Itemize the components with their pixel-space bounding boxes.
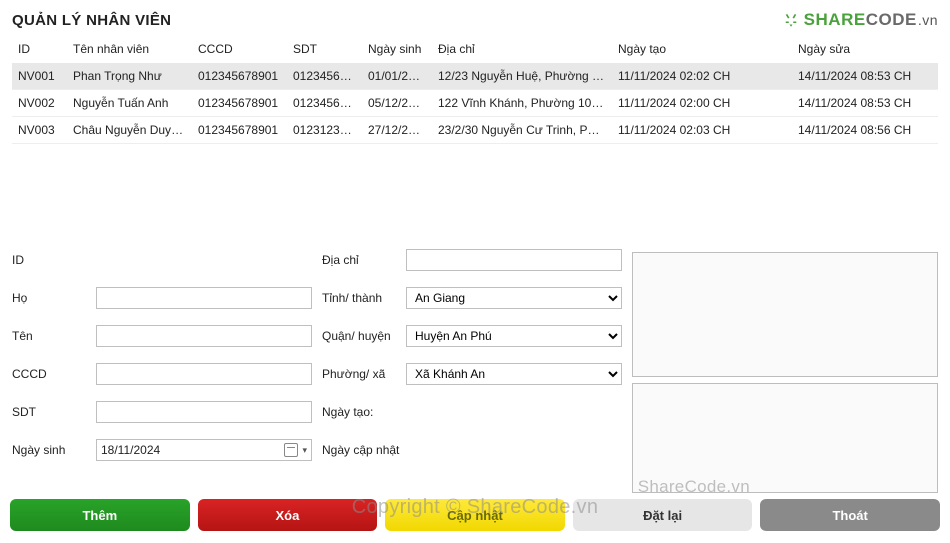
ten-input[interactable] <box>96 325 312 347</box>
cell-cccd: 012345678901 <box>192 63 287 90</box>
label-ten: Tên <box>12 329 96 343</box>
label-tinh: Tỉnh/ thành <box>322 291 406 305</box>
cell-name: Châu Nguyễn Duy Quân <box>67 117 192 144</box>
cell-sdt: 0123123123 <box>287 117 362 144</box>
cell-sdt: 0123456789 <box>287 63 362 90</box>
cccd-input[interactable] <box>96 363 312 385</box>
cell-name: Phan Trọng Như <box>67 63 192 90</box>
cell-cccd: 012345678901 <box>192 117 287 144</box>
label-ngaycapnhat: Ngày cập nhật <box>322 443 399 457</box>
logo: SHARECODE.vn <box>782 10 938 30</box>
cell-id: NV002 <box>12 90 67 117</box>
ngaysinh-datepicker[interactable]: 18/11/2024 ▾ <box>96 439 312 461</box>
quan-select[interactable]: Huyện An Phú <box>406 325 622 347</box>
them-button[interactable]: Thêm <box>10 499 190 531</box>
phuong-select[interactable]: Xã Khánh An <box>406 363 622 385</box>
table-row[interactable]: NV001Phan Trọng Như012345678901012345678… <box>12 63 938 90</box>
col-header-id[interactable]: ID <box>12 36 67 63</box>
col-header-cccd[interactable]: CCCD <box>192 36 287 63</box>
label-id: ID <box>12 253 96 267</box>
preview-panel-upper <box>632 252 938 377</box>
table-row[interactable]: NV002Nguyễn Tuấn Anh01234567890101234567… <box>12 90 938 117</box>
cell-id: NV003 <box>12 117 67 144</box>
cell-dob: 05/12/2002 <box>362 90 432 117</box>
col-header-sdt[interactable]: SDT <box>287 36 362 63</box>
cell-dob: 01/01/2002 <box>362 63 432 90</box>
cell-cccd: 012345678901 <box>192 90 287 117</box>
label-ngaysinh: Ngày sinh <box>12 443 96 457</box>
recycle-icon <box>782 11 800 29</box>
cell-updated: 14/11/2024 08:53 CH <box>792 90 938 117</box>
cell-created: 11/11/2024 02:00 CH <box>612 90 792 117</box>
xoa-button[interactable]: Xóa <box>198 499 378 531</box>
sdt-input[interactable] <box>96 401 312 423</box>
cell-dob: 27/12/2002 <box>362 117 432 144</box>
capnhat-button[interactable]: Cập nhật <box>385 499 565 531</box>
preview-panel-lower <box>632 383 938 493</box>
thoat-button[interactable]: Thoát <box>760 499 940 531</box>
label-quan: Quận/ huyện <box>322 329 406 343</box>
datlai-button[interactable]: Đặt lại <box>573 499 753 531</box>
label-cccd: CCCD <box>12 367 96 381</box>
cell-addr: 23/2/30 Nguyễn Cư Trinh, Phường Phạm ... <box>432 117 612 144</box>
cell-sdt: 0123456789 <box>287 90 362 117</box>
col-header-created[interactable]: Ngày tạo <box>612 36 792 63</box>
tinh-select[interactable]: An Giang <box>406 287 622 309</box>
table-header-row: ID Tên nhân viên CCCD SDT Ngày sinh Địa … <box>12 36 938 63</box>
cell-created: 11/11/2024 02:03 CH <box>612 117 792 144</box>
chevron-down-icon: ▾ <box>302 445 307 456</box>
label-ho: Họ <box>12 291 96 305</box>
diachi-input[interactable] <box>406 249 622 271</box>
page-title: QUẢN LÝ NHÂN VIÊN <box>12 12 171 29</box>
calendar-icon <box>284 443 298 457</box>
cell-updated: 14/11/2024 08:53 CH <box>792 63 938 90</box>
cell-name: Nguyễn Tuấn Anh <box>67 90 192 117</box>
label-sdt: SDT <box>12 405 96 419</box>
col-header-addr[interactable]: Địa chỉ <box>432 36 612 63</box>
col-header-name[interactable]: Tên nhân viên <box>67 36 192 63</box>
cell-addr: 122 Vĩnh Khánh, Phường 10, Quận 4, Thà..… <box>432 90 612 117</box>
table-row[interactable]: NV003Châu Nguyễn Duy Quân012345678901012… <box>12 117 938 144</box>
cell-updated: 14/11/2024 08:56 CH <box>792 117 938 144</box>
cell-id: NV001 <box>12 63 67 90</box>
label-phuong: Phường/ xã <box>322 367 406 381</box>
employee-table[interactable]: ID Tên nhân viên CCCD SDT Ngày sinh Địa … <box>12 36 938 218</box>
ho-input[interactable] <box>96 287 312 309</box>
col-header-updated[interactable]: Ngày sửa <box>792 36 938 63</box>
cell-addr: 12/23 Nguyễn Huệ, Phường Bến Nghé, Q... <box>432 63 612 90</box>
label-ngaytao: Ngày tạo: <box>322 405 373 419</box>
cell-created: 11/11/2024 02:02 CH <box>612 63 792 90</box>
col-header-dob[interactable]: Ngày sinh <box>362 36 432 63</box>
label-diachi: Địa chỉ <box>322 253 406 267</box>
